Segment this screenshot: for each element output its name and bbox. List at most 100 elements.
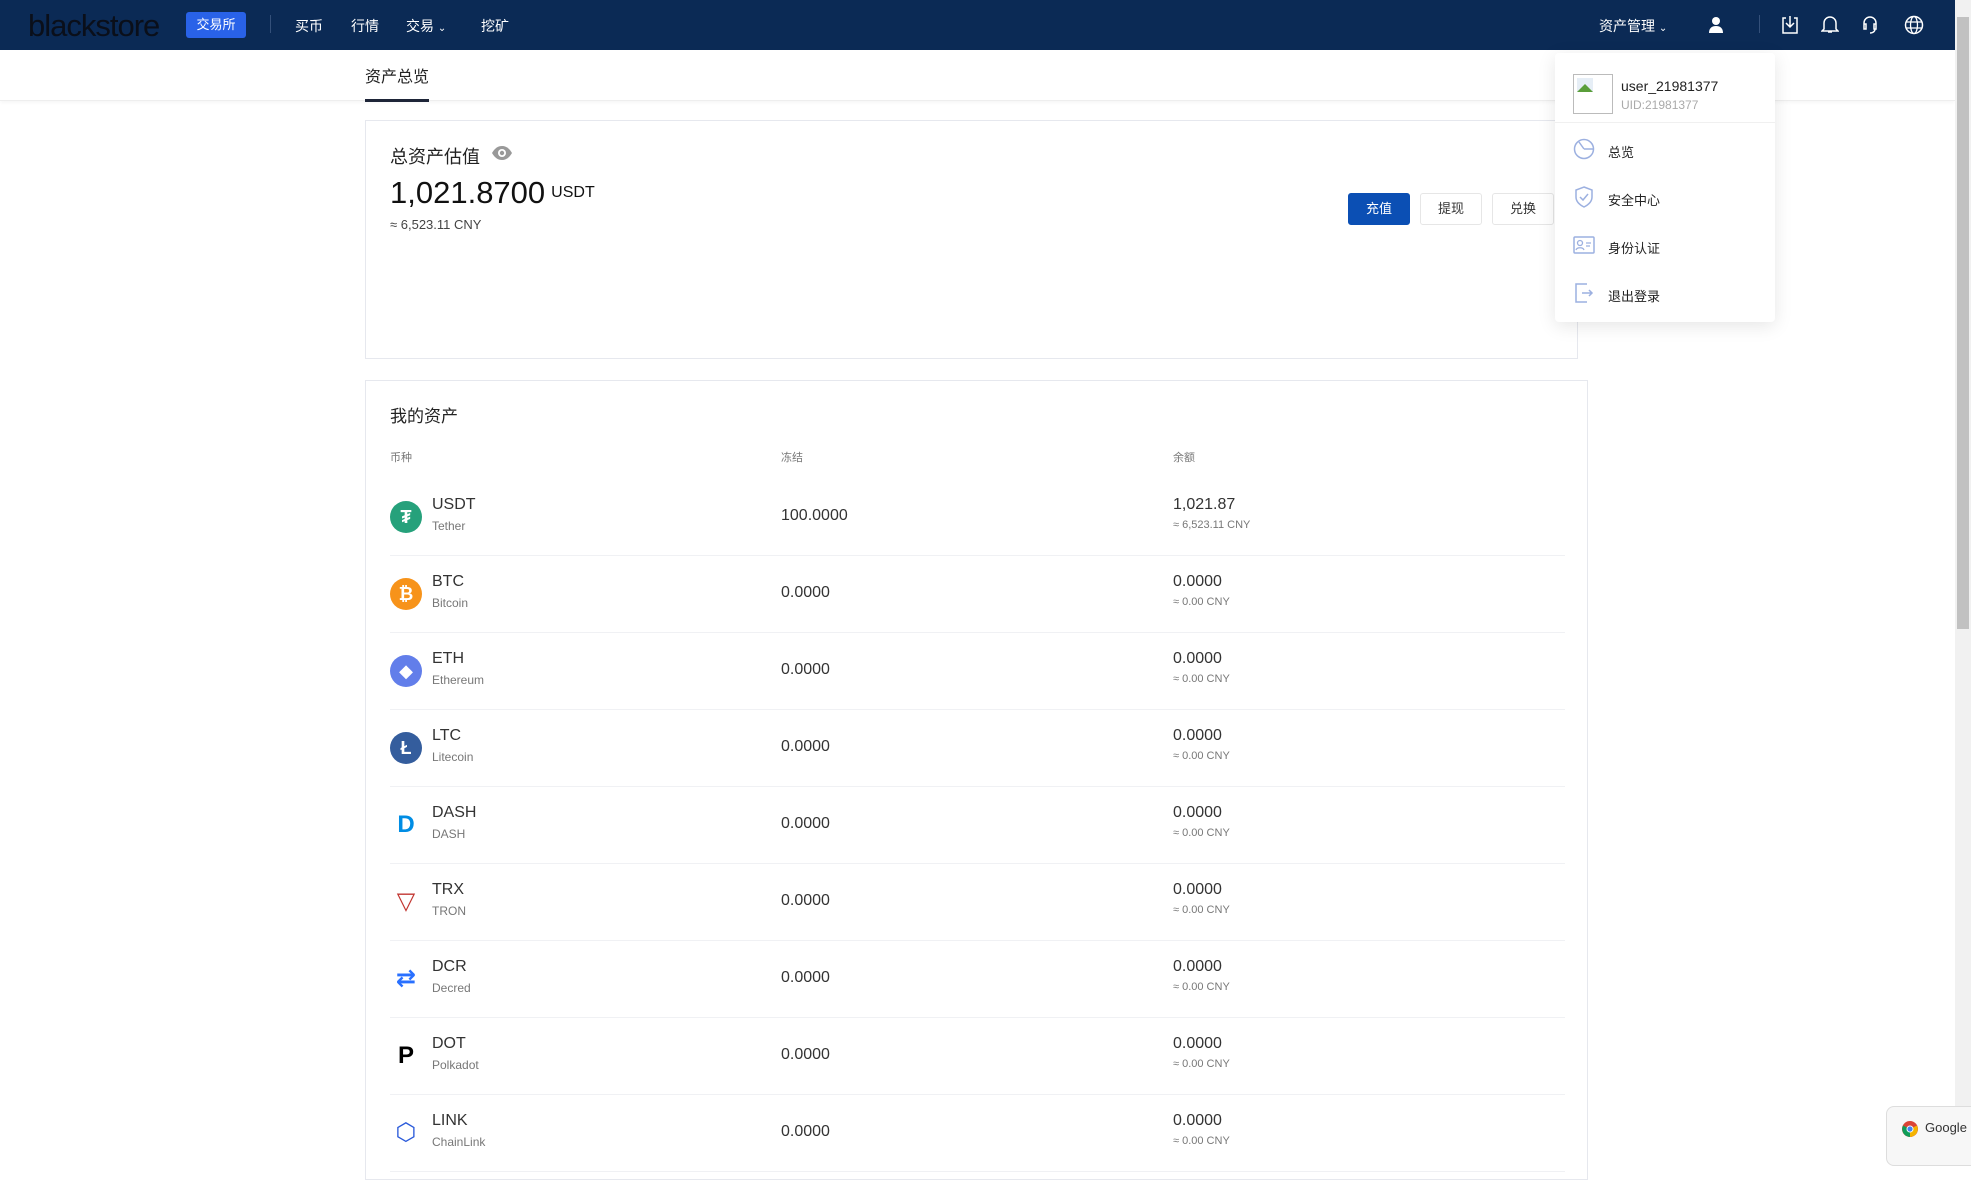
frozen-amount: 0.0000	[781, 969, 830, 986]
globe-icon[interactable]	[1904, 15, 1924, 35]
column-header-coin: 币种	[390, 452, 412, 464]
menu-item-identity[interactable]: 身份认证	[1573, 231, 1763, 261]
menu-item-logout[interactable]: 退出登录	[1573, 279, 1763, 309]
balance-cny: ≈ 0.00 CNY	[1173, 1135, 1230, 1147]
google-chrome-popup[interactable]: Google C	[1886, 1106, 1971, 1166]
pie-chart-icon	[1573, 138, 1595, 160]
frozen-amount: 0.0000	[781, 738, 830, 755]
tab-asset-overview[interactable]: 资产总览	[365, 63, 430, 102]
coin-symbol: LTC	[432, 727, 462, 744]
logout-icon	[1575, 283, 1594, 303]
asset-row[interactable]: ₿ BTC Bitcoin 0.0000 0.0000 ≈ 0.00 CNY	[390, 556, 1565, 633]
nav-mining[interactable]: 挖矿	[481, 16, 509, 36]
user-dropdown-menu: user_21981377 UID:21981377 总览 安全中心 身份认证 …	[1555, 53, 1775, 322]
balance-amount: 0.0000	[1173, 1035, 1222, 1052]
balance-cny: ≈ 0.00 CNY	[1173, 981, 1230, 993]
popup-label: Google C	[1925, 1120, 1971, 1135]
balance-amount: 0.0000	[1173, 727, 1222, 744]
frozen-amount: 100.0000	[781, 507, 848, 524]
menu-item-label: 总览	[1608, 145, 1635, 160]
scrollbar-thumb[interactable]	[1957, 17, 1969, 629]
download-icon[interactable]	[1781, 15, 1799, 34]
total-amount-value: 1,021.8700	[390, 175, 546, 210]
frozen-amount: 0.0000	[781, 661, 830, 678]
top-navbar: blackstore 交易所 买币 行情 交易 ⌄ 挖矿 资产管理 ⌄	[0, 0, 1955, 50]
coin-symbol: DCR	[432, 958, 467, 975]
tron-icon: ▽	[396, 888, 416, 915]
logo[interactable]: blackstore	[28, 8, 160, 44]
chevron-down-icon: ⌄	[1658, 23, 1668, 34]
divider	[1555, 122, 1775, 123]
coin-name: DASH	[432, 827, 466, 841]
balance-amount: 1,021.87	[1173, 496, 1236, 513]
id-card-icon	[1573, 236, 1595, 254]
polkadot-icon: P	[397, 1042, 414, 1069]
balance-cny: ≈ 0.00 CNY	[1173, 827, 1230, 839]
user-icon[interactable]	[1708, 16, 1724, 33]
frozen-amount: 0.0000	[781, 1046, 830, 1063]
coin-symbol: ETH	[432, 650, 464, 667]
coin-symbol: DASH	[432, 804, 477, 821]
dash-icon: D	[397, 811, 415, 838]
exchange-button[interactable]: 兑换	[1492, 193, 1554, 225]
frozen-amount: 0.0000	[781, 815, 830, 832]
asset-row[interactable]: ⇄ DCR Decred 0.0000 0.0000 ≈ 0.00 CNY	[390, 941, 1565, 1018]
asset-row[interactable]: ◆ ETH Ethereum 0.0000 0.0000 ≈ 0.00 CNY	[390, 633, 1565, 710]
nav-market[interactable]: 行情	[351, 16, 379, 36]
chainlink-icon: ⬡	[395, 1119, 417, 1146]
bell-icon[interactable]	[1821, 15, 1839, 34]
asset-row[interactable]: ⬡ LINK ChainLink 0.0000 0.0000 ≈ 0.00 CN…	[390, 1095, 1565, 1172]
asset-row[interactable]: P DOT Polkadot 0.0000 0.0000 ≈ 0.00 CNY	[390, 1018, 1565, 1095]
coin-symbol: LINK	[432, 1112, 468, 1129]
chevron-down-icon: ⌄	[437, 23, 447, 34]
coin-name: TRON	[432, 904, 466, 918]
coin-name: Polkadot	[432, 1058, 479, 1072]
balance-amount: 0.0000	[1173, 1112, 1222, 1129]
balance-amount: 0.0000	[1173, 650, 1222, 667]
nav-trade-label: 交易	[406, 18, 434, 34]
broken-image-icon	[1577, 78, 1593, 92]
coin-symbol: BTC	[432, 573, 464, 590]
divider	[270, 15, 271, 33]
menu-item-label: 退出登录	[1608, 289, 1661, 304]
coin-name: Bitcoin	[432, 596, 469, 610]
coin-name: Ethereum	[432, 673, 485, 687]
total-assets-title: 总资产估值	[390, 147, 480, 167]
balance-cny: ≈ 0.00 CNY	[1173, 904, 1230, 916]
total-cny: ≈ 6,523.11 CNY	[390, 217, 482, 232]
exchange-badge[interactable]: 交易所	[186, 12, 246, 38]
scrollbar[interactable]	[1955, 0, 1971, 1159]
deposit-button[interactable]: 充值	[1348, 193, 1410, 225]
total-amount-unit: USDT	[551, 184, 595, 201]
chrome-icon	[1902, 1121, 1918, 1137]
coin-name: Tether	[432, 519, 466, 533]
frozen-amount: 0.0000	[781, 1123, 830, 1140]
asset-row[interactable]: ▽ TRX TRON 0.0000 0.0000 ≈ 0.00 CNY	[390, 864, 1565, 941]
shield-check-icon	[1575, 186, 1593, 208]
coin-symbol: USDT	[432, 496, 476, 513]
asset-row[interactable]: Ł LTC Litecoin 0.0000 0.0000 ≈ 0.00 CNY	[390, 710, 1565, 787]
asset-management-menu[interactable]: 资产管理 ⌄	[1599, 16, 1667, 36]
my-assets-title: 我的资产	[390, 407, 458, 426]
balance-cny: ≈ 0.00 CNY	[1173, 1058, 1230, 1070]
asset-row[interactable]: D DASH DASH 0.0000 0.0000 ≈ 0.00 CNY	[390, 787, 1565, 864]
coin-name: Decred	[432, 981, 471, 995]
my-assets-card: 我的资产 币种 冻结 余额 ₮ USDT Tether 100.0000 1,0…	[365, 380, 1588, 1180]
frozen-amount: 0.0000	[781, 892, 830, 909]
eye-icon[interactable]	[491, 145, 513, 161]
nav-trade[interactable]: 交易 ⌄	[406, 16, 446, 36]
menu-item-security[interactable]: 安全中心	[1573, 183, 1763, 213]
menu-item-label: 安全中心	[1608, 193, 1661, 208]
withdraw-button[interactable]: 提现	[1420, 193, 1482, 225]
total-amount: 1,021.8700 USDT	[390, 175, 595, 211]
asset-row[interactable]: ₮ USDT Tether 100.0000 1,021.87 ≈ 6,523.…	[390, 479, 1565, 556]
coin-name: Litecoin	[432, 750, 474, 764]
balance-amount: 0.0000	[1173, 804, 1222, 821]
balance-amount: 0.0000	[1173, 573, 1222, 590]
headset-icon[interactable]	[1861, 15, 1879, 34]
nav-buy-coin[interactable]: 买币	[295, 16, 323, 36]
column-header-frozen: 冻结	[781, 452, 803, 464]
ethereum-icon: ◆	[390, 655, 422, 687]
divider	[1759, 15, 1760, 33]
menu-item-overview[interactable]: 总览	[1573, 135, 1763, 165]
